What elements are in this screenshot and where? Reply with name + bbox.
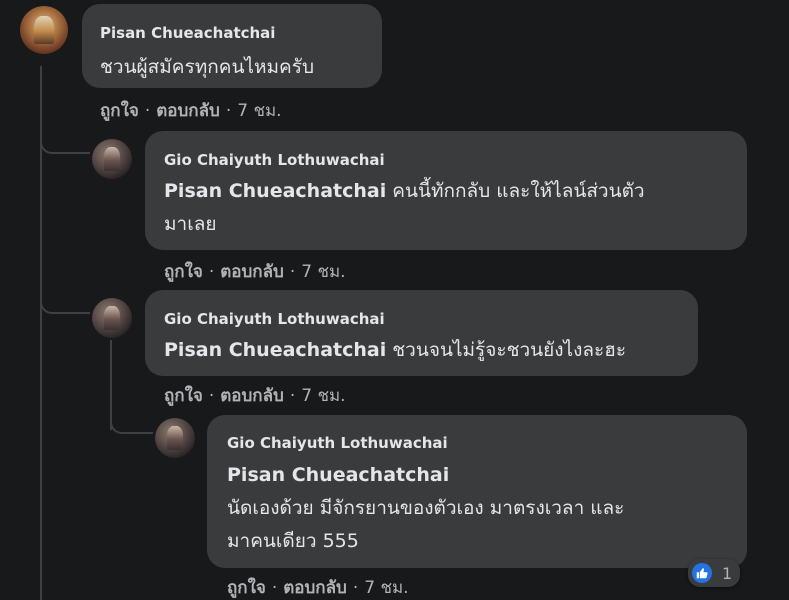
comment-text: Pisan Chueachatchai คนนี้ทักกลับ และให้ไ… bbox=[164, 176, 645, 207]
comment-actions: ถูกใจ · ตอบกลับ · 7 ชม. bbox=[100, 97, 282, 124]
separator: · bbox=[289, 386, 296, 406]
reply-button[interactable]: ตอบกลับ bbox=[220, 386, 284, 406]
reply-button[interactable]: ตอบกลับ bbox=[283, 578, 347, 598]
comment-author[interactable]: Pisan Chueachatchai bbox=[100, 24, 275, 42]
mention-tag[interactable]: Pisan Chueachatchai bbox=[164, 339, 386, 361]
separator: · bbox=[208, 386, 215, 406]
comment-text-line: มาเลย bbox=[164, 213, 217, 235]
avatar[interactable] bbox=[155, 418, 195, 458]
mention-tag: Pisan Chueachatchai bbox=[227, 460, 449, 491]
reaction-count: 1 bbox=[722, 563, 733, 583]
separator: · bbox=[271, 578, 278, 598]
timestamp[interactable]: 7 ชม. bbox=[237, 101, 281, 121]
reaction-summary[interactable]: 1 bbox=[688, 559, 741, 587]
mention-tag[interactable]: Pisan Chueachatchai bbox=[164, 180, 386, 202]
comment-author[interactable]: Gio Chaiyuth Lothuwachai bbox=[227, 434, 448, 452]
separator: · bbox=[289, 262, 296, 282]
separator: · bbox=[352, 578, 359, 598]
like-button[interactable]: ถูกใจ bbox=[164, 386, 203, 406]
comment-author[interactable]: Gio Chaiyuth Lothuwachai bbox=[164, 310, 385, 328]
avatar[interactable] bbox=[92, 139, 132, 179]
reply-button[interactable]: ตอบกลับ bbox=[156, 101, 220, 121]
comment-text-line: ชวนจนไม่รู้จะชวนยังไงละฮะ bbox=[392, 339, 627, 361]
separator: · bbox=[225, 101, 232, 121]
comment-thread: Pisan Chueachatchai ชวนผู้สมัครทุกคนไหมค… bbox=[0, 0, 789, 600]
timestamp[interactable]: 7 ชม. bbox=[364, 578, 408, 598]
reply-button[interactable]: ตอบกลับ bbox=[220, 262, 284, 282]
thread-branch bbox=[40, 140, 90, 154]
separator: · bbox=[144, 101, 151, 121]
avatar[interactable] bbox=[20, 6, 68, 54]
thread-branch bbox=[110, 420, 153, 434]
comment-text-line: มาคนเดียว 555 bbox=[227, 530, 359, 552]
like-button[interactable]: ถูกใจ bbox=[100, 101, 139, 121]
timestamp[interactable]: 7 ชม. bbox=[301, 386, 345, 406]
comment-author[interactable]: Gio Chaiyuth Lothuwachai bbox=[164, 151, 385, 169]
timestamp[interactable]: 7 ชม. bbox=[301, 262, 345, 282]
separator: · bbox=[208, 262, 215, 282]
comment-text: ชวนผู้สมัครทุกคนไหมครับ bbox=[100, 56, 315, 78]
comment-actions: ถูกใจ · ตอบกลับ · 7 ชม. bbox=[227, 574, 409, 600]
thread-line-nested bbox=[110, 340, 112, 430]
comment-text-line: นัดเองด้วย มีจักรยานของตัวเอง มาตรงเวลา … bbox=[227, 497, 625, 519]
like-icon bbox=[692, 563, 712, 583]
mention-tag-text[interactable]: Pisan Chueachatchai bbox=[227, 464, 449, 486]
thread-branch bbox=[40, 300, 90, 314]
like-button[interactable]: ถูกใจ bbox=[164, 262, 203, 282]
comment-actions: ถูกใจ · ตอบกลับ · 7 ชม. bbox=[164, 258, 346, 285]
comment-actions: ถูกใจ · ตอบกลับ · 7 ชม. bbox=[164, 382, 346, 409]
avatar[interactable] bbox=[92, 298, 132, 338]
comment-text-line: คนนี้ทักกลับ และให้ไลน์ส่วนตัว bbox=[392, 180, 645, 202]
like-button[interactable]: ถูกใจ bbox=[227, 578, 266, 598]
comment-text: Pisan Chueachatchai ชวนจนไม่รู้จะชวนยังไ… bbox=[164, 335, 626, 366]
